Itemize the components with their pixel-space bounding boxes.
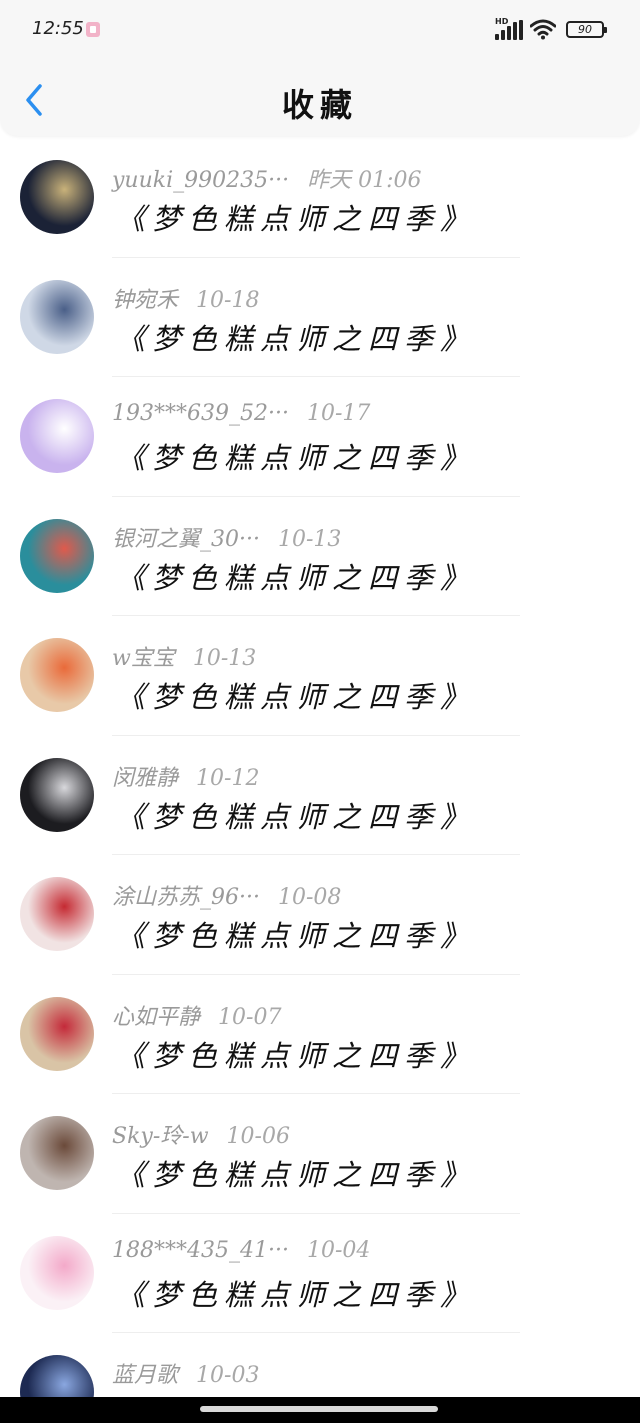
cellular-signal-icon: HD [495, 17, 523, 40]
network-type: HD [495, 17, 509, 26]
work-title[interactable]: 《梦色糕点师之四季》 [116, 1272, 476, 1314]
work-title[interactable]: 《梦色糕点师之四季》 [116, 316, 476, 358]
avatar[interactable] [20, 877, 94, 951]
item-meta: Sky-玲-w 10-06 [112, 1118, 290, 1150]
work-title[interactable]: 《梦色糕点师之四季》 [116, 196, 476, 238]
user-name[interactable]: 银河之翼_30··· [112, 527, 260, 552]
battery-icon: 90 [566, 21, 607, 38]
item-meta: yuuki_990235··· 昨天 01:06 [112, 162, 422, 194]
avatar[interactable] [20, 1116, 94, 1190]
work-title[interactable]: 《梦色糕点师之四季》 [116, 794, 476, 836]
avatar[interactable] [20, 399, 94, 473]
list-item[interactable]: 188***435_41··· 10-04 《梦色糕点师之四季》 [0, 1214, 640, 1333]
timestamp: 10-18 [196, 287, 260, 313]
user-name[interactable]: w宝宝 [112, 646, 175, 671]
timestamp: 10-13 [192, 646, 257, 671]
list-item[interactable]: Sky-玲-w 10-06 《梦色糕点师之四季》 [0, 1094, 640, 1214]
home-indicator[interactable] [200, 1406, 438, 1412]
timestamp: 10-06 [226, 1124, 290, 1149]
work-title[interactable]: 《梦色糕点师之四季》 [116, 1152, 476, 1194]
list-item[interactable]: 涂山苏苏_96··· 10-08 《梦色糕点师之四季》 [0, 855, 640, 975]
item-meta: 188***435_41··· 10-04 [112, 1238, 370, 1263]
status-bar: 12:55 HD 90 [0, 0, 640, 60]
timestamp: 10-04 [306, 1237, 371, 1263]
work-title[interactable]: 《梦色糕点师之四季》 [116, 555, 476, 597]
list-item[interactable]: 闵雅静 10-12 《梦色糕点师之四季》 [0, 736, 640, 855]
item-meta: 193***639_52··· 10-17 [112, 401, 370, 426]
work-title[interactable]: 《梦色糕点师之四季》 [116, 435, 476, 477]
avatar[interactable] [20, 996, 94, 1071]
timestamp: 10-08 [277, 885, 342, 910]
timestamp: 昨天 01:06 [307, 168, 422, 193]
favorites-list: yuuki_990235··· 昨天 01:06 《梦色糕点师之四季》 钟宛禾 10-1… [0, 138, 640, 1423]
work-title[interactable]: 《梦色糕点师之四季》 [116, 913, 476, 955]
status-time: 12:55 [32, 18, 84, 39]
page-title: 收藏 [281, 86, 358, 124]
item-meta: 钟宛禾 10-18 [112, 282, 259, 314]
timestamp: 10-03 [196, 1363, 260, 1388]
user-name[interactable]: 闵雅静 [112, 766, 178, 791]
user-name[interactable]: 钟宛禾 [112, 288, 178, 313]
user-name[interactable]: yuuki_990235··· [112, 168, 289, 193]
user-name[interactable]: 蓝月歌 [112, 1363, 178, 1388]
top-bar: 12:55 HD 90 收藏 [0, 0, 640, 136]
item-meta: w宝宝 10-13 [112, 640, 256, 672]
item-meta: 心如平静 10-07 [112, 999, 281, 1031]
user-name[interactable]: 188***435_41··· [112, 1238, 289, 1263]
work-title[interactable]: 《梦色糕点师之四季》 [116, 1033, 476, 1075]
avatar[interactable] [20, 757, 94, 832]
item-meta: 蓝月歌 10-03 [112, 1357, 259, 1389]
user-name[interactable]: 涂山苏苏_96··· [112, 885, 260, 910]
list-item[interactable]: 心如平静 10-07 《梦色糕点师之四季》 [0, 975, 640, 1094]
timestamp: 10-07 [218, 1004, 282, 1030]
item-meta: 闵雅静 10-12 [112, 760, 259, 792]
list-item[interactable]: w宝宝 10-13 《梦色糕点师之四季》 [0, 616, 640, 736]
list-item[interactable]: 钟宛禾 10-18 《梦色糕点师之四季》 [0, 258, 640, 377]
work-title[interactable]: 《梦色糕点师之四季》 [116, 674, 476, 716]
avatar[interactable] [20, 1235, 94, 1310]
user-name[interactable]: 心如平静 [112, 1005, 200, 1030]
avatar[interactable] [20, 638, 94, 712]
avatar[interactable] [20, 279, 94, 354]
user-name[interactable]: 193***639_52··· [112, 401, 289, 426]
header: 收藏 [0, 60, 640, 136]
avatar[interactable] [20, 160, 94, 234]
timestamp: 10-13 [277, 526, 342, 552]
user-name[interactable]: Sky-玲-w [112, 1124, 209, 1149]
notification-app-icon [86, 22, 100, 37]
list-item[interactable]: yuuki_990235··· 昨天 01:06 《梦色糕点师之四季》 [0, 138, 640, 258]
list-item[interactable]: 193***639_52··· 10-17 《梦色糕点师之四季》 [0, 377, 640, 497]
item-meta: 银河之翼_30··· 10-13 [112, 521, 341, 553]
timestamp: 10-12 [196, 765, 260, 791]
wifi-icon [529, 18, 557, 40]
avatar[interactable] [20, 518, 94, 593]
item-meta: 涂山苏苏_96··· 10-08 [112, 879, 341, 911]
list-item[interactable]: 银河之翼_30··· 10-13 《梦色糕点师之四季》 [0, 497, 640, 616]
timestamp: 10-17 [306, 401, 371, 426]
